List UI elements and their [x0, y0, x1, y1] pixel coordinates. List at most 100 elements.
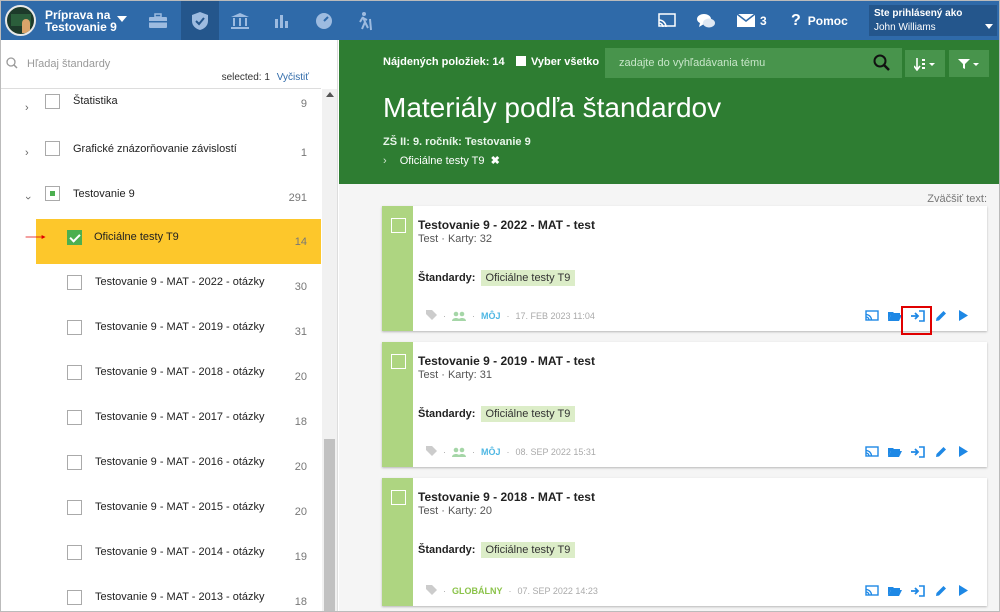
hiking-icon[interactable] — [346, 1, 384, 40]
scroll-up-icon[interactable] — [326, 92, 334, 97]
tree-item-count: 18 — [294, 416, 307, 428]
folder-open-icon[interactable] — [887, 583, 902, 598]
sort-icon — [914, 57, 935, 71]
tree-item[interactable]: Testovanie 9 - MAT - 2013 - otázky 18 — [1, 579, 321, 611]
checkbox-box[interactable] — [516, 56, 526, 66]
tree-checkbox[interactable] — [45, 141, 60, 156]
sign-in-icon[interactable] — [910, 444, 925, 459]
help-button[interactable]: ? Pomoc — [791, 1, 848, 40]
cast-icon[interactable] — [864, 308, 879, 323]
card-checkbox[interactable] — [391, 490, 406, 505]
tree-item[interactable]: Testovanie 9 - MAT - 2019 - otázky 31 — [1, 309, 321, 354]
play-icon[interactable] — [956, 583, 971, 598]
sort-button[interactable] — [905, 50, 945, 77]
tree-checkbox[interactable] — [67, 365, 82, 380]
cast-icon[interactable] — [864, 444, 879, 459]
folder-open-icon[interactable] — [887, 308, 902, 323]
tree-checkbox[interactable] — [67, 455, 82, 470]
cast-icon[interactable] — [864, 583, 879, 598]
tree-item-label: Štatistika — [73, 95, 118, 107]
mail-button[interactable]: 3 — [737, 1, 767, 40]
tree-item-label: Testovanie 9 - MAT - 2017 - otázky — [95, 411, 265, 423]
bar-chart-icon[interactable] — [263, 1, 301, 40]
chevron-right-icon[interactable]: › — [25, 147, 29, 159]
institution-icon[interactable] — [221, 1, 259, 40]
tree-checkbox[interactable] — [67, 590, 82, 605]
chat-icon[interactable] — [696, 1, 716, 40]
tree-item[interactable]: Testovanie 9 - MAT - 2014 - otázky 19 — [1, 534, 321, 579]
tag-icon[interactable] — [426, 585, 437, 596]
filter-button[interactable] — [949, 50, 989, 77]
pencil-icon[interactable] — [933, 444, 948, 459]
standard-tag[interactable]: Oficiálne testy T9 — [480, 542, 576, 558]
separator-dot: · — [472, 310, 475, 321]
chevron-down-icon[interactable] — [117, 16, 127, 22]
tree-checkbox-partial[interactable] — [45, 186, 60, 201]
tree-item[interactable]: Testovanie 9 - MAT - 2022 - otázky 30 — [1, 264, 321, 309]
zoom-text-label[interactable]: Zväčšiť text: — [927, 193, 987, 205]
standard-tag[interactable]: Oficiálne testy T9 — [480, 270, 576, 286]
user-menu[interactable]: Ste prihlásený ako John Williams — [869, 5, 997, 36]
tree-item[interactable]: Testovanie 9 - MAT - 2017 - otázky 18 — [1, 399, 321, 444]
briefcase-icon[interactable] — [139, 1, 177, 40]
tree-item[interactable]: Testovanie 9 - MAT - 2018 - otázky 20 — [1, 354, 321, 399]
sidebar-scrollbar[interactable] — [322, 89, 337, 611]
tree-item[interactable]: Testovanie 9 - MAT - 2016 - otázky 20 — [1, 444, 321, 489]
tree-item-count: 9 — [300, 98, 307, 110]
tag-icon[interactable] — [426, 310, 437, 321]
tree-item-count: 20 — [294, 506, 307, 518]
tree-checkbox[interactable] — [67, 320, 82, 335]
card-title[interactable]: Testovanie 9 - 2019 - MAT - test — [418, 354, 595, 368]
scrollbar-thumb[interactable] — [324, 439, 335, 611]
tree-item-count: 19 — [294, 551, 307, 563]
card-checkbox[interactable] — [391, 354, 406, 369]
material-card[interactable]: Testovanie 9 - 2019 - MAT - test Test · … — [382, 342, 987, 467]
card-title[interactable]: Testovanie 9 - 2022 - MAT - test — [418, 218, 595, 232]
standard-tag[interactable]: Oficiálne testy T9 — [480, 406, 576, 422]
play-icon[interactable] — [956, 444, 971, 459]
card-checkbox[interactable] — [391, 218, 406, 233]
tree-item[interactable]: Testovanie 9 - MAT - 2015 - otázky 20 — [1, 489, 321, 534]
tree-checkbox[interactable] — [67, 545, 82, 560]
material-card[interactable]: Testovanie 9 - 2022 - MAT - test Test · … — [382, 206, 987, 331]
gauge-icon[interactable] — [305, 1, 343, 40]
standards-search-input[interactable]: Hľadaj štandardy — [27, 58, 110, 70]
tree-item-label: Testovanie 9 - MAT - 2019 - otázky — [95, 321, 265, 333]
tree-checkbox-checked[interactable] — [67, 230, 82, 245]
app-title[interactable]: Príprava na Testovanie 9 — [45, 9, 123, 33]
card-footer: · GLOBÁLNY · 07. SEP 2022 14:23 — [426, 585, 598, 596]
card-title[interactable]: Testovanie 9 - 2018 - MAT - test — [418, 490, 595, 504]
search-icon[interactable] — [873, 54, 890, 71]
tree-item[interactable]: › Štatistika 9 — [1, 89, 321, 131]
breadcrumb: ZŠ II: 9. ročník: Testovanie 9 — [383, 136, 531, 148]
play-icon[interactable] — [956, 308, 971, 323]
tag-icon[interactable] — [426, 446, 437, 457]
folder-open-icon[interactable] — [887, 444, 902, 459]
chevron-right-icon[interactable]: › — [25, 102, 29, 114]
chevron-down-icon[interactable]: › — [22, 196, 34, 200]
tree-item[interactable]: › Grafické znázorňovanie závislostí 1 — [1, 131, 321, 176]
shield-check-icon[interactable] — [181, 1, 219, 40]
tree-item-selected[interactable]: Oficiálne testy T9 14 — [36, 219, 321, 264]
envelope-icon — [737, 14, 755, 27]
app-logo[interactable] — [5, 5, 36, 36]
tree-checkbox[interactable] — [67, 500, 82, 515]
separator-dot: · — [443, 310, 446, 321]
select-all-checkbox[interactable]: Vyber všetko — [516, 56, 599, 68]
cast-icon[interactable] — [658, 1, 676, 40]
tree-checkbox[interactable] — [67, 410, 82, 425]
tree-item-label: Oficiálne testy T9 — [94, 231, 179, 243]
tree-item[interactable]: › Testovanie 9 291 — [1, 176, 321, 221]
pencil-icon[interactable] — [933, 583, 948, 598]
topic-search-input[interactable]: zadajte do vyhľadávania tému — [605, 48, 902, 78]
user-logged-label: Ste prihlásený ako — [874, 8, 963, 19]
pencil-icon[interactable] — [933, 308, 948, 323]
material-card[interactable]: Testovanie 9 - 2018 - MAT - test Test · … — [382, 478, 987, 606]
tree-checkbox[interactable] — [67, 275, 82, 290]
tree-item-label: Testovanie 9 — [73, 188, 135, 200]
tree-item-count: 14 — [294, 236, 307, 248]
sign-in-icon[interactable] — [910, 583, 925, 598]
tree-checkbox[interactable] — [45, 94, 60, 109]
clear-link[interactable]: Vyčistiť — [277, 72, 309, 83]
close-icon[interactable]: ✖ — [491, 155, 500, 167]
